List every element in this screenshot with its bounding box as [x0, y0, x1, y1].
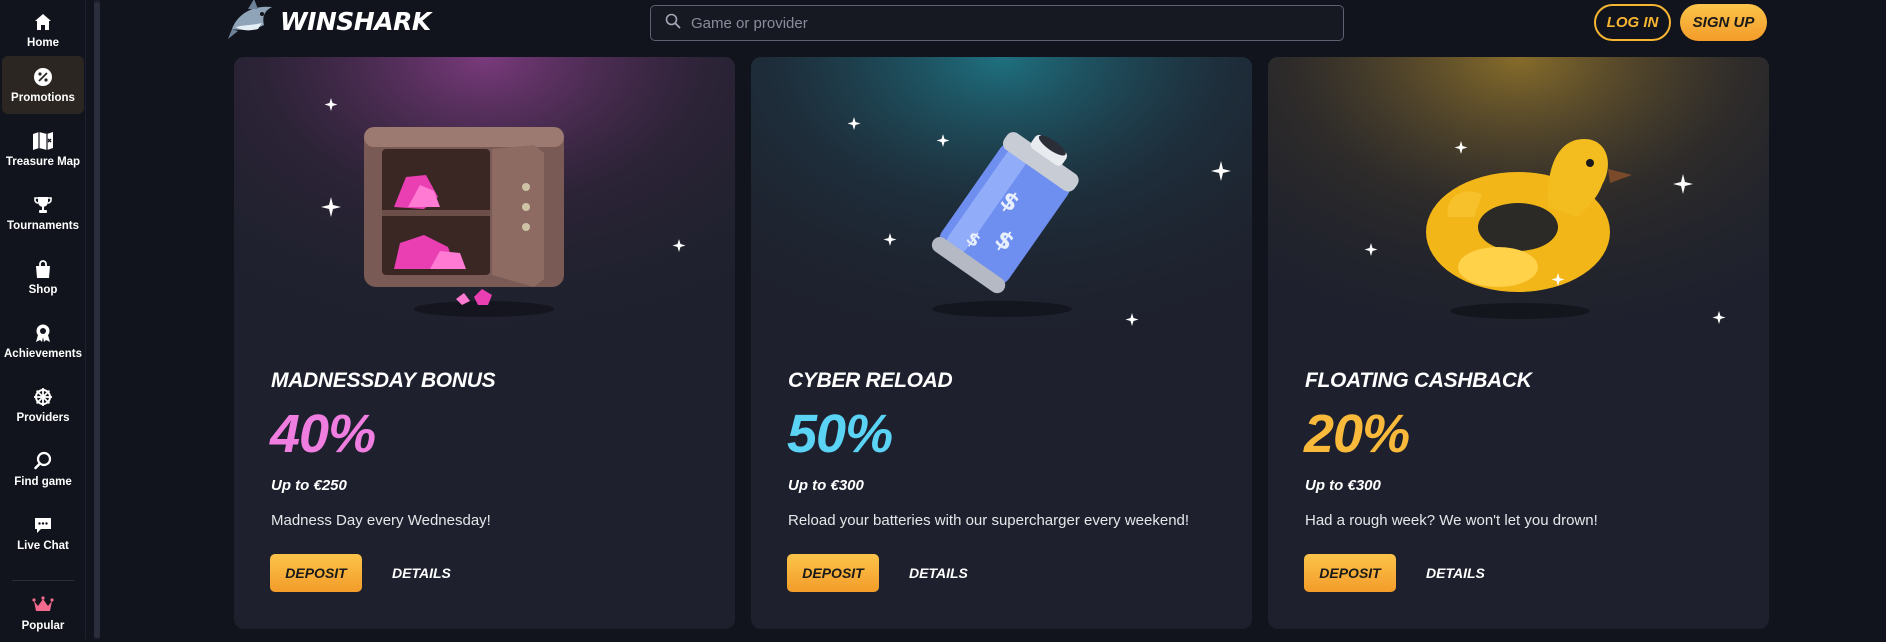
- sidebar-scrollbar-thumb[interactable]: [94, 2, 100, 638]
- sidebar-item-label: Shop: [28, 284, 58, 296]
- duck-float-icon: [1364, 139, 1726, 324]
- safe-icon: [321, 98, 686, 317]
- search-input[interactable]: [691, 14, 1291, 32]
- details-button[interactable]: DETAILS: [909, 554, 968, 592]
- sidebar-item-label: Providers: [16, 412, 70, 424]
- sidebar-item-label: Promotions: [11, 92, 75, 104]
- sidebar-item-label: Treasure Map: [5, 156, 81, 168]
- promo-percent: 40%: [270, 404, 376, 464]
- sidebar-item-live-chat[interactable]: Live Chat: [0, 504, 86, 562]
- battery-icon: $ $ $: [847, 117, 1231, 326]
- search-icon: [665, 13, 681, 34]
- crown-icon: [32, 594, 54, 616]
- shopping-bag-icon: [32, 258, 54, 280]
- search-icon: [32, 450, 54, 472]
- sidebar-item-label: Live Chat: [17, 540, 69, 552]
- deposit-button[interactable]: DEPOSIT: [1304, 554, 1396, 592]
- promo-percent: 50%: [787, 404, 893, 464]
- search-bar[interactable]: [650, 5, 1344, 41]
- sidebar-item-treasure-map[interactable]: Treasure Map: [0, 120, 86, 178]
- sidebar-item-find-game[interactable]: Find game: [0, 440, 86, 498]
- sidebar-item-label: Popular: [21, 620, 65, 632]
- promo-max-amount: Up to €300: [788, 477, 864, 494]
- promo-description: Reload your batteries with our superchar…: [788, 512, 1190, 529]
- chat-icon: [32, 514, 54, 536]
- promo-description: Had a rough week? We won't let you drown…: [1305, 512, 1598, 529]
- details-button[interactable]: DETAILS: [1426, 554, 1485, 592]
- logo-text: WINSHARK: [280, 6, 431, 36]
- sidebar-item-achievements[interactable]: Achievements: [0, 312, 86, 370]
- deposit-button[interactable]: DEPOSIT: [270, 554, 362, 592]
- home-icon: [32, 11, 54, 33]
- login-button[interactable]: LOG IN: [1594, 4, 1671, 41]
- wheel-icon: [32, 386, 54, 408]
- promo-max-amount: Up to €300: [1305, 477, 1381, 494]
- details-button[interactable]: DETAILS: [392, 554, 451, 592]
- promo-description: Madness Day every Wednesday!: [271, 512, 491, 529]
- award-icon: [32, 322, 54, 344]
- sidebar-item-label: Tournaments: [7, 220, 79, 232]
- logo[interactable]: WINSHARK: [228, 0, 431, 42]
- signup-button[interactable]: SIGN UP: [1680, 4, 1767, 41]
- sidebar-item-label: Achievements: [4, 348, 82, 360]
- map-icon: [32, 130, 54, 152]
- promo-max-amount: Up to €250: [271, 477, 347, 494]
- percent-icon: [32, 66, 54, 88]
- sidebar-item-home[interactable]: Home: [0, 1, 86, 59]
- sidebar-item-label: Home: [27, 37, 59, 49]
- sidebar-item-label: Find game: [14, 476, 72, 488]
- sidebar: Home Promotions Treasure Map Tournaments…: [0, 0, 86, 639]
- sidebar-divider: [12, 580, 74, 581]
- promo-card-cyber-reload: $ $ $ CYBER RELOAD 50% Up to €300 Reload…: [751, 57, 1252, 629]
- promo-title: FLOATING CASHBACK: [1305, 369, 1532, 392]
- sidebar-item-providers[interactable]: Providers: [0, 376, 86, 434]
- trophy-icon: [32, 194, 54, 216]
- sidebar-item-tournaments[interactable]: Tournaments: [0, 184, 86, 242]
- promo-title: MADNESSDAY BONUS: [271, 369, 496, 392]
- promo-card-floating-cashback: FLOATING CASHBACK 20% Up to €300 Had a r…: [1268, 57, 1769, 629]
- sidebar-item-popular[interactable]: Popular: [0, 584, 86, 642]
- promo-title: CYBER RELOAD: [788, 369, 953, 392]
- promo-percent: 20%: [1304, 404, 1410, 464]
- sidebar-item-promotions[interactable]: Promotions: [2, 56, 84, 114]
- promo-card-madnessday: MADNESSDAY BONUS 40% Up to €250 Madness …: [234, 57, 735, 629]
- shark-logo-icon: [228, 0, 272, 39]
- deposit-button[interactable]: DEPOSIT: [787, 554, 879, 592]
- sidebar-item-shop[interactable]: Shop: [0, 248, 86, 306]
